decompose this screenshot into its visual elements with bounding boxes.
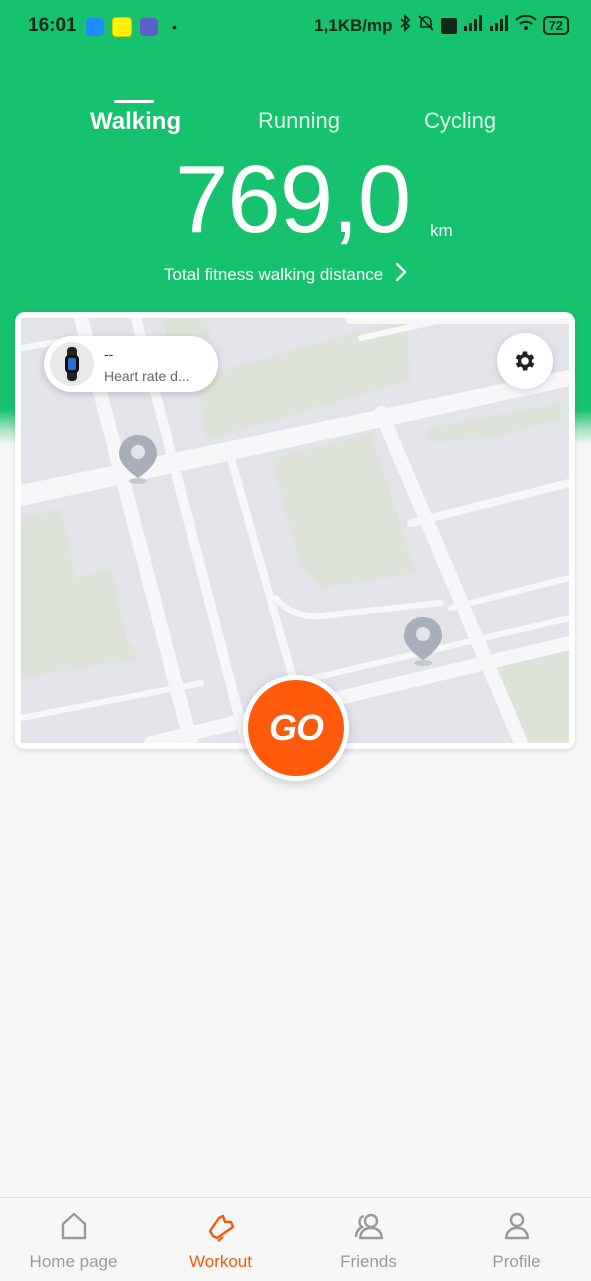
total-distance-label: Total fitness walking distance: [164, 264, 384, 284]
settings-button[interactable]: [497, 333, 553, 389]
sneaker-icon: [208, 1214, 234, 1242]
notification-icons: •: [86, 17, 177, 37]
band-thumbnail: [50, 342, 94, 386]
signal-icon-1: [463, 15, 483, 36]
nav-friends-label: Friends: [340, 1252, 397, 1271]
bluetooth-icon: [399, 13, 411, 37]
status-right-group: 1,1KB/mp 72: [314, 13, 569, 37]
messenger-icon: [86, 18, 104, 36]
wifi-icon: [514, 14, 537, 36]
snapchat-icon: [112, 17, 132, 37]
total-distance-link[interactable]: Total fitness walking distance: [164, 262, 407, 287]
nav-profile-label: Profile: [492, 1252, 541, 1271]
distance-value: 769,0: [175, 146, 411, 253]
home-icon: [61, 1212, 86, 1240]
nav-workout[interactable]: Workout: [147, 1198, 294, 1281]
tab-cycling[interactable]: Cycling: [424, 108, 496, 134]
smart-band-icon: [65, 347, 79, 381]
go-button-face: GO: [248, 680, 344, 776]
nav-home-label: Home page: [29, 1252, 118, 1271]
profile-icon: [504, 1212, 529, 1240]
nav-friends[interactable]: Friends: [295, 1198, 442, 1281]
nav-profile[interactable]: Profile: [443, 1198, 590, 1281]
chevron-right-icon: [395, 262, 407, 287]
go-label: GO: [268, 707, 324, 748]
friends-icon: [354, 1213, 383, 1240]
status-bar: 16:01 • 1,1KB/mp 72: [0, 0, 591, 52]
network-speed: 1,1KB/mp: [314, 15, 393, 35]
bottom-nav: Home page Workout Friends Profile: [0, 1197, 591, 1281]
device-chip[interactable]: -- Heart rate d...: [44, 336, 218, 392]
status-time: 16:01: [28, 15, 77, 36]
activity-tabs: Walking Running Cycling: [0, 108, 591, 138]
tab-walking[interactable]: Walking: [90, 108, 181, 136]
signal-icon-2: [489, 15, 509, 36]
volte-icon: [440, 17, 457, 34]
distance-summary: 769,0 km: [0, 145, 591, 255]
go-button[interactable]: GO: [243, 675, 349, 781]
tab-running[interactable]: Running: [258, 108, 340, 134]
gear-icon: [515, 351, 535, 371]
nav-workout-label: Workout: [189, 1252, 252, 1271]
distance-unit: km: [430, 221, 453, 240]
more-notifications-dot: •: [172, 19, 177, 35]
active-tab-indicator: [114, 100, 154, 103]
nav-home[interactable]: Home page: [0, 1198, 147, 1281]
mute-bell-icon: [417, 14, 435, 37]
teams-icon: [140, 18, 158, 36]
battery-indicator: 72: [542, 16, 569, 35]
device-status: Heart rate d...: [104, 368, 190, 384]
device-name: --: [104, 346, 114, 362]
